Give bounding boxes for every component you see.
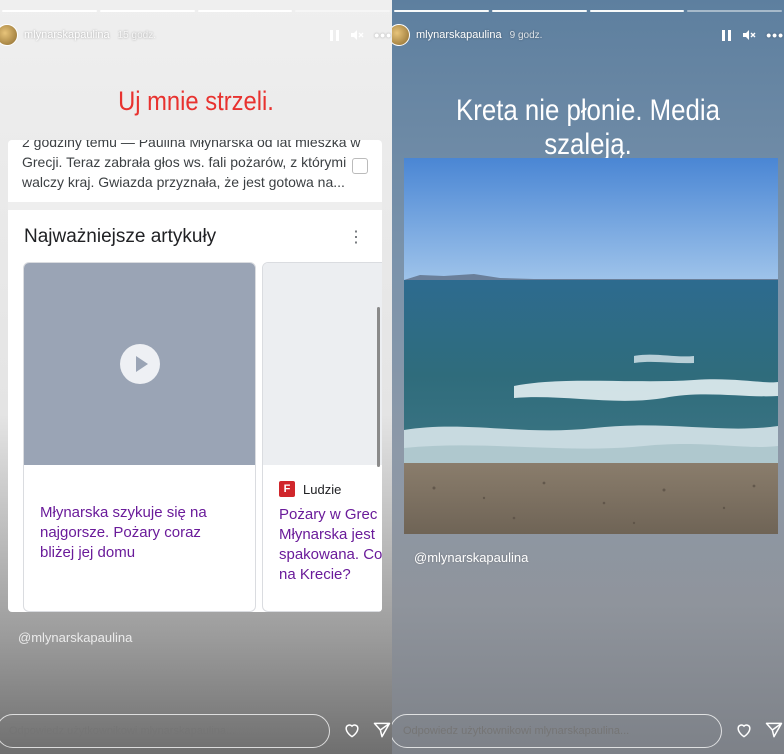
more-icon[interactable]: •••	[766, 28, 784, 42]
play-icon[interactable]	[119, 344, 160, 384]
source-logo-icon: F	[279, 481, 295, 497]
story-caption: Kreta nie płonie. Media szaleją.	[456, 94, 720, 161]
avatar[interactable]	[0, 24, 18, 46]
top-articles-panel: Najważniejsze artykuły ⋮ Młynarska szyku…	[8, 210, 382, 612]
story-left[interactable]: mlynarskapaulina 15 godz. ••• Uj mnie st…	[0, 0, 392, 754]
snippet-line: 2 godziny temu — Paulina Młynarska od la…	[22, 140, 361, 150]
story-header: mlynarskapaulina 9 godz. •••	[392, 24, 784, 46]
checkbox-icon	[352, 158, 368, 174]
article-card[interactable]: F Ludzie Pożary w Grec Młynarska jest sp…	[262, 262, 382, 612]
article-card[interactable]: Młynarska szykuje się na najgorsze. Poża…	[23, 262, 256, 612]
send-icon[interactable]	[372, 720, 392, 740]
heart-icon[interactable]	[342, 720, 362, 740]
story-header: mlynarskapaulina 15 godz. •••	[0, 24, 392, 46]
mute-icon[interactable]	[742, 29, 756, 41]
story-right[interactable]: mlynarskapaulina 9 godz. ••• Kreta nie p…	[392, 0, 784, 754]
article-thumbnail	[263, 263, 382, 465]
reply-input[interactable]	[392, 714, 722, 748]
article-headline[interactable]: Młynarska szykuje się na najgorsze. Poża…	[24, 503, 255, 563]
sea-photo	[404, 158, 778, 534]
article-source: F Ludzie	[279, 481, 382, 497]
mention-tag[interactable]: @mlynarskapaulina	[414, 550, 528, 565]
reply-input[interactable]	[0, 714, 330, 748]
username[interactable]: mlynarskapaulina	[416, 29, 502, 41]
story-time: 15 godz.	[117, 29, 156, 41]
source-name: Ludzie	[303, 481, 342, 497]
pause-icon[interactable]	[722, 29, 732, 41]
divider	[8, 202, 382, 210]
send-icon[interactable]	[764, 720, 784, 740]
mute-icon[interactable]	[350, 29, 364, 41]
article-thumbnail	[24, 263, 255, 465]
snippet-line: walczy kraj. Gwiazda przyznała, że jest …	[22, 174, 345, 190]
story-time: 9 godz.	[509, 29, 543, 41]
avatar[interactable]	[392, 24, 410, 46]
story-caption: Uj mnie strzeli.	[118, 86, 274, 116]
heart-icon[interactable]	[734, 720, 754, 740]
top-articles-title: Najważniejsze artykuły	[24, 226, 217, 247]
story-progress	[0, 10, 392, 12]
scrollbar[interactable]	[377, 307, 380, 467]
search-snippet: 2 godziny temu — Paulina Młynarska od la…	[8, 140, 382, 202]
pause-icon[interactable]	[330, 29, 340, 41]
story-progress	[392, 10, 784, 12]
mention-tag[interactable]: @mlynarskapaulina	[18, 630, 132, 645]
menu-icon[interactable]: ⋮	[348, 230, 364, 246]
username[interactable]: mlynarskapaulina	[24, 29, 110, 41]
snippet-line: Grecji. Teraz zabrała głos ws. fali poża…	[22, 154, 347, 170]
article-headline[interactable]: Pożary w Grec Młynarska jest spakowana. …	[263, 505, 382, 585]
more-icon[interactable]: •••	[374, 28, 392, 42]
